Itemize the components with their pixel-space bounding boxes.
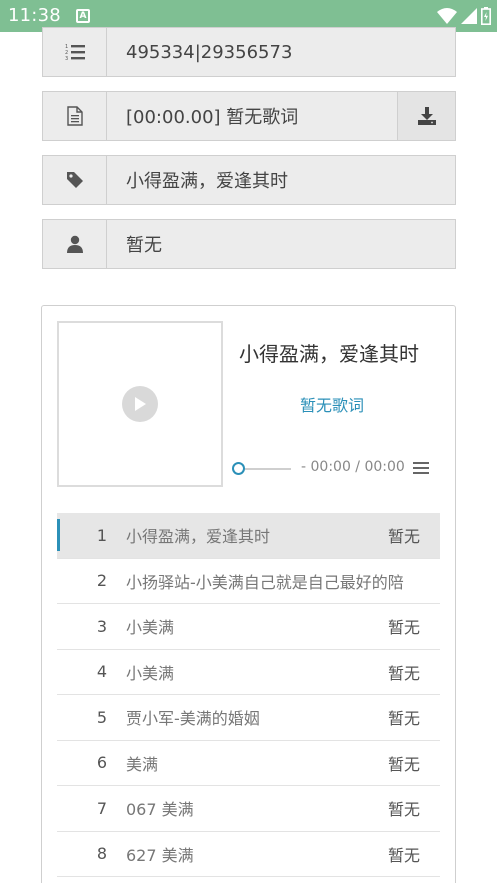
progress-knob[interactable] <box>232 462 245 475</box>
playlist-item[interactable]: 8 627 美满 暂无 <box>57 832 440 877</box>
time-display: - 00:00 / 00:00 <box>301 459 405 475</box>
playlist-item[interactable]: 3 小美满 暂无 <box>57 604 440 650</box>
playlist-item-name: 067 美满 <box>126 800 194 820</box>
artist-row: 暂无 <box>42 219 456 269</box>
playlist-item[interactable]: 7 067 美满 暂无 <box>57 786 440 832</box>
playlist-item-index: 7 <box>96 798 107 818</box>
playlist-item-index: 4 <box>96 662 107 682</box>
playlist-item[interactable]: 1 小得盈满，爱逢其时 暂无 <box>57 513 440 559</box>
progress-track[interactable] <box>245 468 291 470</box>
battery-icon <box>481 7 491 25</box>
list-ordered-icon: 1 2 3 <box>43 28 107 76</box>
wifi-icon <box>437 8 457 24</box>
music-player: 小得盈满，爱逢其时 暂无歌词 - 00:00 / 00:00 1 小得盈满，爱逢其… <box>41 305 456 883</box>
playlist-item-artist: 暂无 <box>387 709 420 729</box>
playlist-item[interactable]: 2 小扬驿站-小美满自己就是自己最好的陪 <box>57 559 440 604</box>
player-title: 小得盈满，爱逢其时 <box>239 342 419 366</box>
notification-badge: A <box>76 9 90 23</box>
progress-bar[interactable]: - 00:00 / 00:00 <box>232 458 442 478</box>
playlist-item-artist: 暂无 <box>387 754 420 774</box>
playlist: 1 小得盈满，爱逢其时 暂无 2 小扬驿站-小美满自己就是自己最好的陪 3 小美满 暂无 4 小美… <box>57 513 440 877</box>
playlist-item-index: 3 <box>96 616 107 636</box>
status-icons <box>437 7 491 25</box>
lyric-row: [00:00.00] 暂无歌词 <box>42 91 456 141</box>
file-text-icon <box>43 92 107 140</box>
playlist-item-artist: 暂无 <box>387 800 420 820</box>
song-title-row: 小得盈满，爱逢其时 <box>42 155 456 205</box>
playlist-item[interactable]: 5 贾小军-美满的婚姻 暂无 <box>57 695 440 741</box>
song-title-text[interactable]: 小得盈满，爱逢其时 <box>107 156 455 204</box>
playlist-item-index: 2 <box>96 571 107 591</box>
playlist-item-index: 6 <box>96 753 107 773</box>
artist-text[interactable]: 暂无 <box>107 220 455 268</box>
playlist-item-index: 1 <box>96 525 107 545</box>
player-lyric: 暂无歌词 <box>299 396 364 415</box>
playlist-item-name: 小扬驿站-小美满自己就是自己最好的陪 <box>126 572 404 592</box>
playlist-item-index: 5 <box>96 707 107 727</box>
play-icon <box>135 397 146 411</box>
lyric-text[interactable]: [00:00.00] 暂无歌词 <box>107 92 397 140</box>
playlist-item-name: 贾小军-美满的婚姻 <box>126 709 260 729</box>
playlist-item-index: 8 <box>96 844 107 864</box>
playlist-item-artist: 暂无 <box>387 845 420 865</box>
download-icon <box>417 107 436 125</box>
tag-icon <box>43 156 107 204</box>
playlist-item-artist: 暂无 <box>387 663 420 683</box>
playlist-item-name: 小美满 <box>126 618 175 638</box>
download-lyric-button[interactable] <box>397 92 455 140</box>
status-time: 11:38 <box>8 5 61 26</box>
playlist-item-artist: 暂无 <box>387 527 420 547</box>
user-icon <box>43 220 107 268</box>
menu-icon[interactable] <box>413 461 429 475</box>
playlist-item-name: 小美满 <box>126 663 175 683</box>
signal-icon <box>461 8 477 24</box>
song-id-text[interactable]: 495334|29356573 <box>107 28 455 76</box>
playlist-item-name: 美满 <box>126 754 159 774</box>
playlist-item[interactable]: 4 小美满 暂无 <box>57 650 440 695</box>
playlist-item-artist: 暂无 <box>387 618 420 638</box>
svg-text:3: 3 <box>65 56 68 61</box>
playlist-item[interactable]: 6 美满 暂无 <box>57 741 440 786</box>
song-id-row: 1 2 3 495334|29356573 <box>42 27 456 77</box>
album-cover[interactable] <box>57 321 223 487</box>
playlist-item-name: 627 美满 <box>126 845 194 865</box>
playlist-item-name: 小得盈满，爱逢其时 <box>126 527 271 547</box>
play-button[interactable] <box>122 386 158 422</box>
